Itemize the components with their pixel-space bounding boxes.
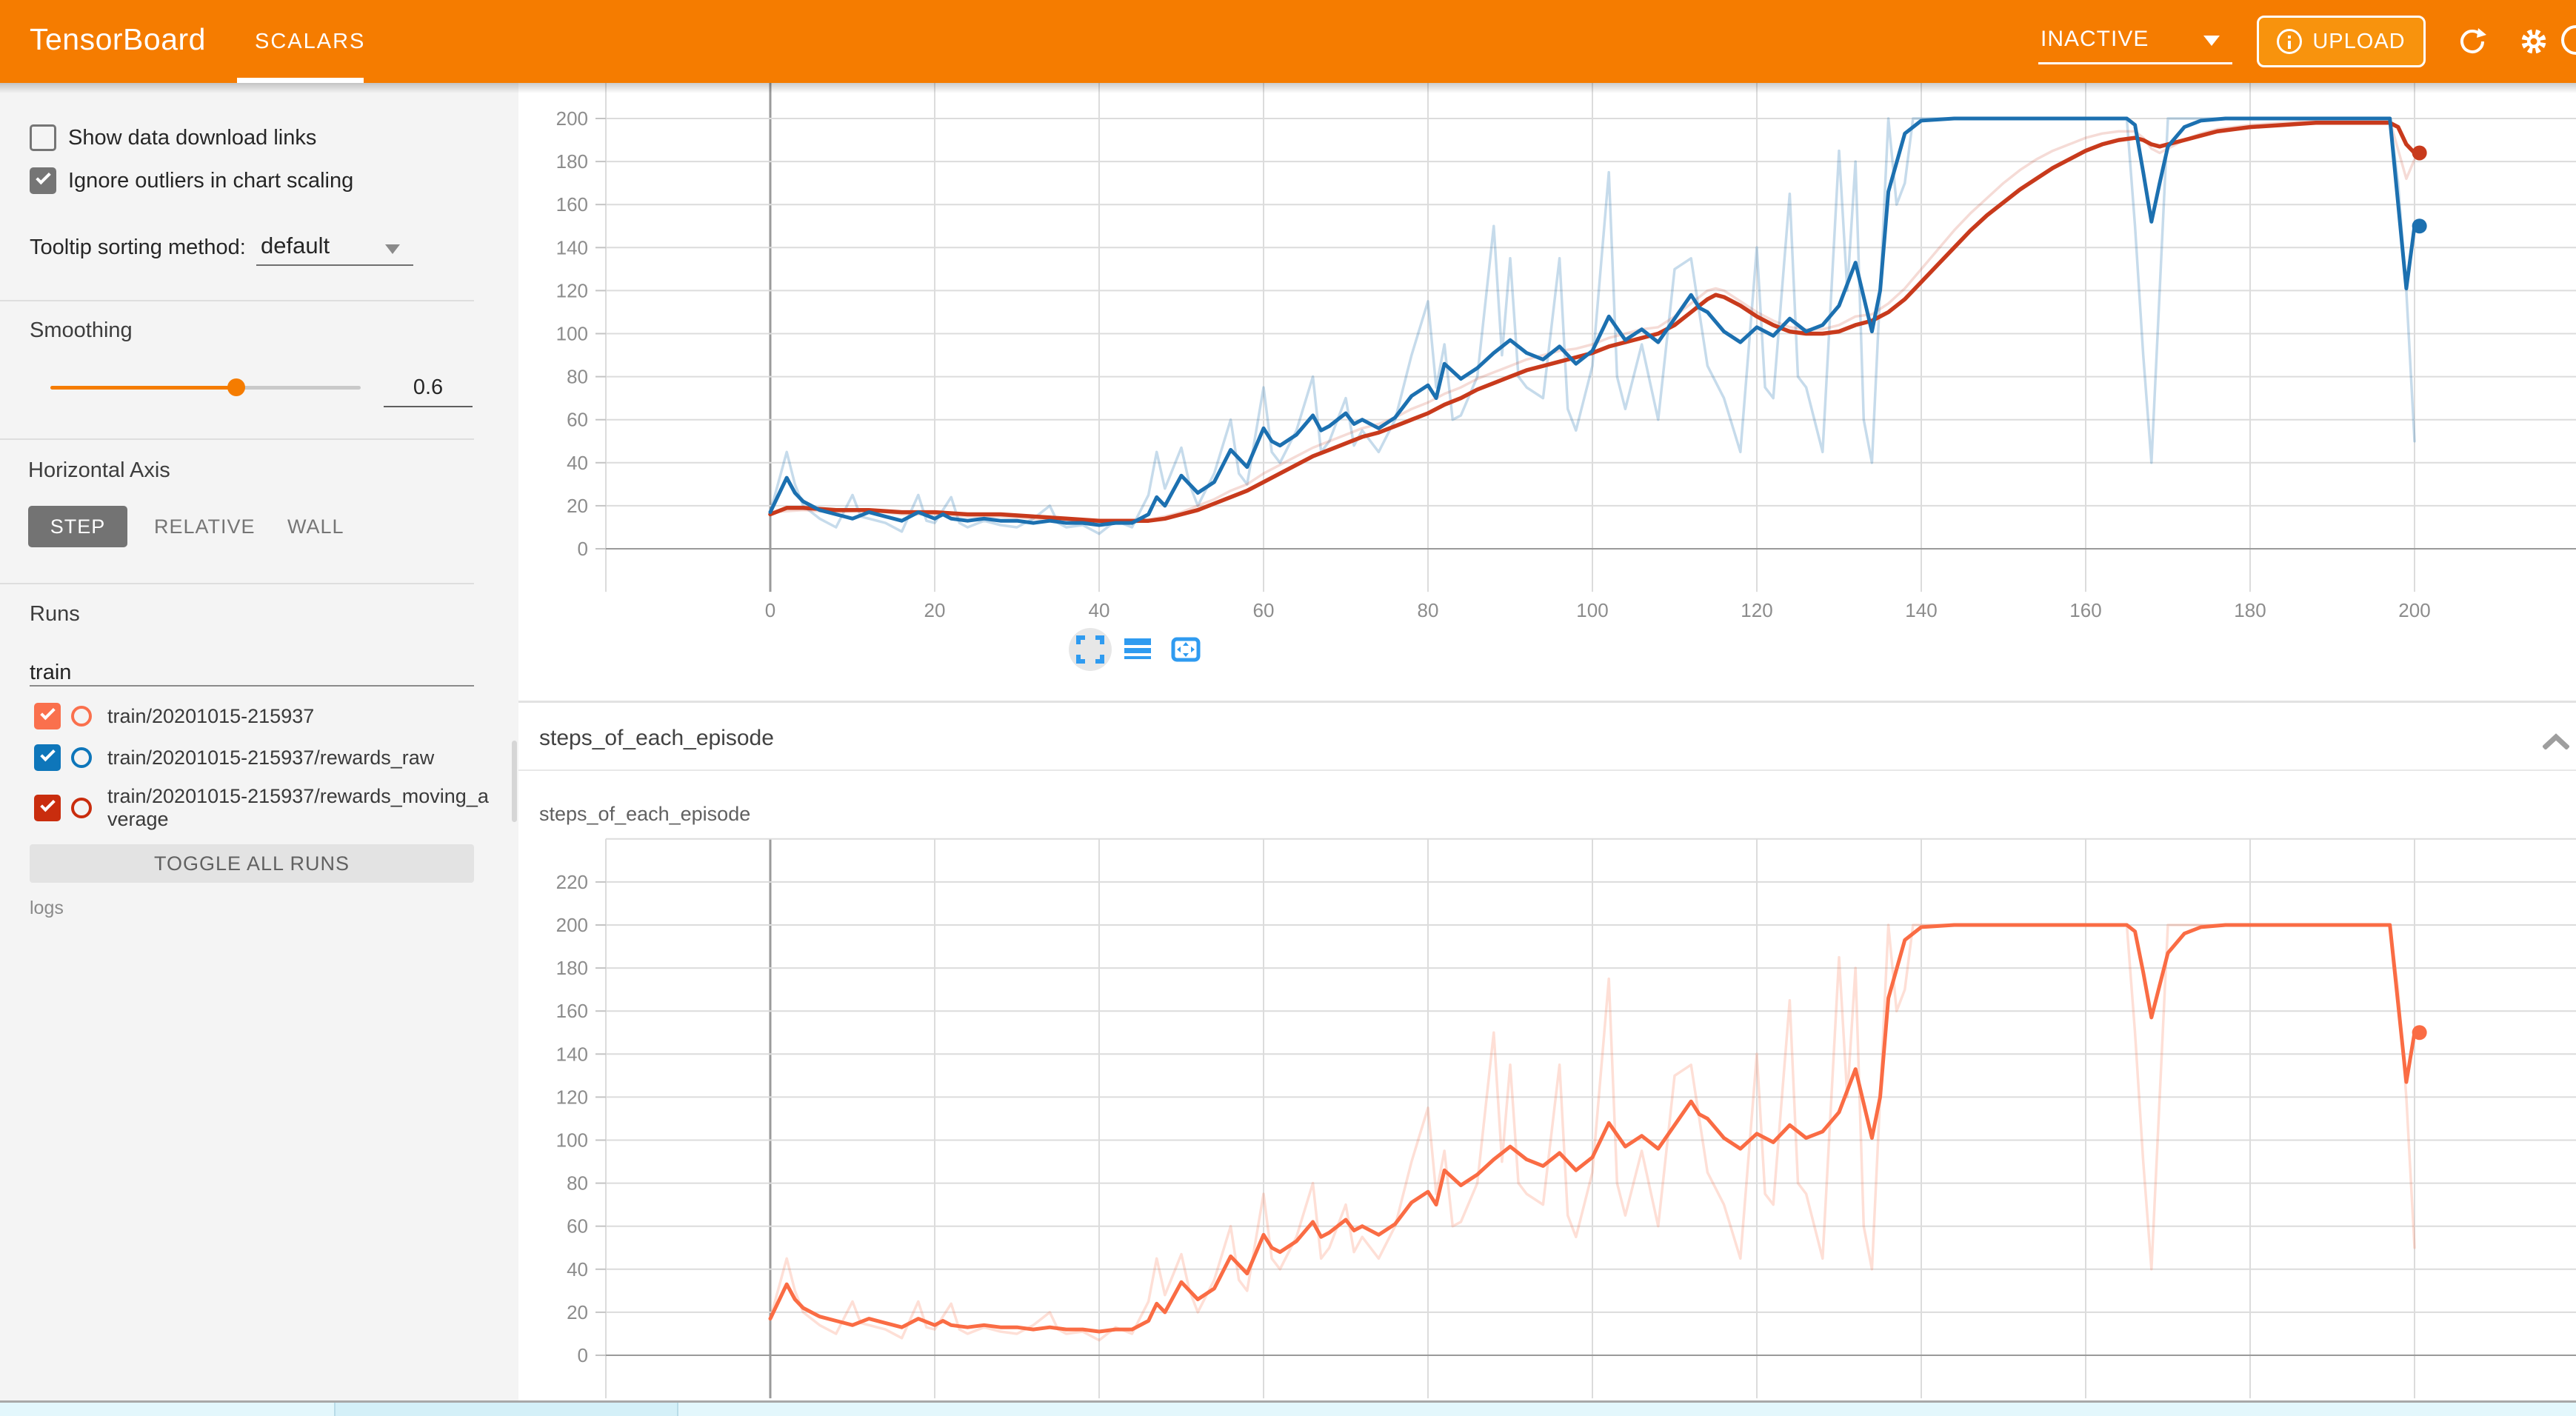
svg-text:140: 140 bbox=[556, 1043, 588, 1065]
run-color-circle[interactable] bbox=[71, 706, 92, 727]
run-label-train: train/20201015-215937 bbox=[107, 705, 490, 728]
divider bbox=[0, 438, 474, 440]
run-label-rewards-raw: train/20201015-215937/rewards_raw bbox=[107, 747, 490, 769]
axis-relative-button[interactable]: RELATIVE bbox=[154, 506, 256, 547]
svg-text:80: 80 bbox=[567, 366, 588, 388]
svg-text:40: 40 bbox=[1089, 599, 1110, 621]
collapse-section-icon[interactable] bbox=[2543, 733, 2569, 749]
upload-button[interactable]: UPLOAD bbox=[2257, 16, 2426, 67]
svg-text:160: 160 bbox=[2069, 599, 2101, 621]
svg-text:20: 20 bbox=[924, 599, 946, 621]
divider bbox=[518, 769, 2576, 771]
settings-sidebar: Show data download links Ignore outliers… bbox=[0, 83, 518, 1416]
run-checkbox-train[interactable] bbox=[34, 703, 61, 729]
svg-text:0: 0 bbox=[765, 599, 775, 621]
svg-text:200: 200 bbox=[556, 914, 588, 936]
svg-text:160: 160 bbox=[556, 1000, 588, 1022]
svg-text:80: 80 bbox=[567, 1172, 588, 1195]
svg-text:220: 220 bbox=[556, 871, 588, 893]
svg-text:60: 60 bbox=[1253, 599, 1275, 621]
info-icon bbox=[2277, 29, 2302, 54]
app-title: TensorBoard bbox=[30, 22, 206, 57]
tooltip-sort-underline bbox=[256, 264, 413, 266]
settings-gear-icon[interactable] bbox=[2519, 27, 2549, 56]
svg-text:200: 200 bbox=[556, 107, 588, 130]
axis-wall-button[interactable]: WALL bbox=[287, 506, 344, 547]
run-checkbox-rewards-moving-average[interactable] bbox=[34, 795, 61, 821]
horizontal-scrollbar[interactable] bbox=[0, 1403, 2576, 1416]
show-download-links-label: Show data download links bbox=[68, 124, 316, 151]
horizontal-scrollbar-thumb[interactable] bbox=[334, 1403, 678, 1416]
svg-text:140: 140 bbox=[1905, 599, 1937, 621]
run-checkbox-rewards-raw[interactable] bbox=[34, 744, 61, 771]
ignore-outliers-checkbox[interactable] bbox=[30, 167, 56, 194]
section-title: steps_of_each_episode bbox=[539, 726, 774, 751]
fit-domain-icon[interactable] bbox=[1171, 635, 1201, 664]
svg-text:0: 0 bbox=[578, 1344, 588, 1366]
smoothing-value[interactable]: 0.6 bbox=[384, 374, 473, 401]
status-dropdown-underline bbox=[2038, 62, 2232, 64]
svg-text:100: 100 bbox=[1576, 599, 1608, 621]
svg-text:160: 160 bbox=[556, 193, 588, 216]
status-dropdown[interactable]: INACTIVE bbox=[2041, 27, 2149, 52]
svg-text:0: 0 bbox=[578, 538, 588, 560]
svg-text:20: 20 bbox=[567, 1301, 588, 1323]
svg-text:40: 40 bbox=[567, 452, 588, 474]
svg-text:120: 120 bbox=[556, 1086, 588, 1108]
upload-button-label: UPLOAD bbox=[2312, 30, 2405, 54]
run-label-rewards-moving-average: train/20201015-215937/rewards_moving_ave… bbox=[107, 785, 490, 831]
smoothing-label: Smoothing bbox=[30, 317, 133, 344]
svg-text:140: 140 bbox=[556, 236, 588, 258]
svg-text:100: 100 bbox=[556, 1129, 588, 1152]
svg-text:120: 120 bbox=[1741, 599, 1772, 621]
tab-scalars[interactable]: SCALARS bbox=[255, 30, 365, 54]
svg-text:60: 60 bbox=[567, 409, 588, 431]
svg-text:180: 180 bbox=[556, 957, 588, 979]
tooltip-sort-label: Tooltip sorting method: bbox=[30, 234, 246, 261]
show-download-links-checkbox[interactable] bbox=[30, 124, 56, 151]
tab-active-underline bbox=[237, 78, 364, 83]
app-header: TensorBoard SCALARS INACTIVE UPLOAD bbox=[0, 0, 2576, 83]
svg-text:180: 180 bbox=[556, 150, 588, 173]
toggle-all-runs-button[interactable]: TOGGLE ALL RUNS bbox=[30, 844, 474, 883]
axis-step-button[interactable]: STEP bbox=[28, 506, 127, 547]
runs-label: Runs bbox=[30, 601, 80, 627]
logdir-label: logs bbox=[30, 895, 64, 921]
svg-text:120: 120 bbox=[556, 279, 588, 301]
tooltip-sort-caret-icon[interactable] bbox=[385, 244, 400, 254]
run-color-circle[interactable] bbox=[71, 747, 92, 768]
svg-text:100: 100 bbox=[556, 323, 588, 345]
divider bbox=[518, 701, 2576, 703]
svg-text:80: 80 bbox=[1418, 599, 1439, 621]
main-content: 0204060801001201401601802000204060801001… bbox=[518, 83, 2576, 1416]
smoothing-slider-fill bbox=[50, 386, 236, 390]
expand-icon[interactable] bbox=[1075, 635, 1105, 664]
divider bbox=[0, 300, 474, 301]
sidebar-scrollbar[interactable] bbox=[512, 741, 517, 822]
data-lines-icon[interactable] bbox=[1123, 635, 1152, 664]
smoothing-slider-thumb[interactable] bbox=[227, 378, 245, 396]
horizontal-axis-label: Horizontal Axis bbox=[28, 457, 170, 484]
svg-text:60: 60 bbox=[567, 1215, 588, 1238]
tooltip-sort-value[interactable]: default bbox=[261, 233, 330, 259]
run-color-circle[interactable] bbox=[71, 798, 92, 818]
help-icon[interactable] bbox=[2561, 25, 2576, 58]
ignore-outliers-label: Ignore outliers in chart scaling bbox=[68, 167, 353, 194]
caret-down-icon[interactable] bbox=[2203, 36, 2220, 46]
svg-text:180: 180 bbox=[2234, 599, 2266, 621]
svg-text:200: 200 bbox=[2398, 599, 2430, 621]
rewards-scalar-chart[interactable]: 0 20 40 60 80 100 120 140 160 180 200 0 20 40 60 80 100 1… bbox=[518, 83, 2576, 631]
refresh-icon[interactable] bbox=[2457, 27, 2487, 56]
run-filter-input[interactable]: train bbox=[30, 659, 71, 686]
smoothing-value-underline bbox=[384, 406, 473, 407]
chart-card-title: steps_of_each_episode bbox=[539, 803, 750, 826]
steps-scalar-chart[interactable]: 0 20 40 60 80 100 120 140 160 180 200 220 bbox=[518, 829, 2576, 1404]
svg-text:40: 40 bbox=[567, 1258, 588, 1280]
svg-text:20: 20 bbox=[567, 495, 588, 517]
divider bbox=[0, 583, 474, 584]
run-filter-underline bbox=[30, 685, 474, 687]
